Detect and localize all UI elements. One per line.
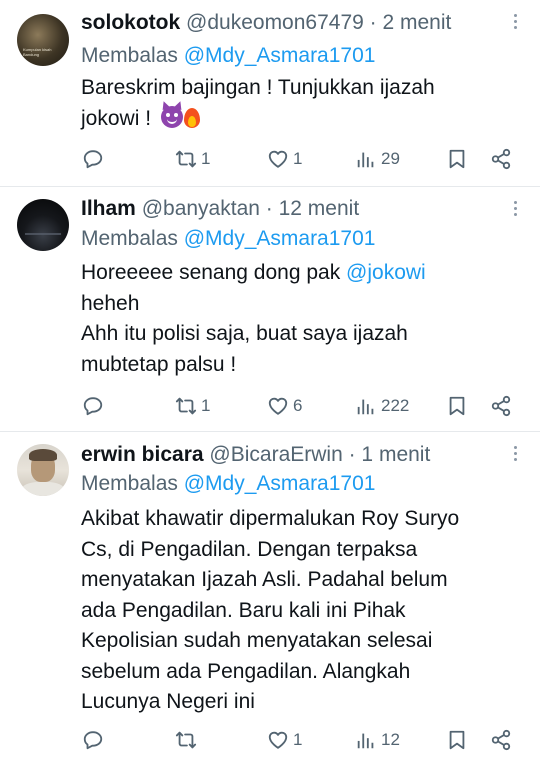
tweet-header: Ilham @banyaktan · 12 menit: [81, 196, 359, 222]
reply-icon: [82, 148, 104, 170]
share-icon: [490, 148, 512, 170]
timestamp[interactable]: · 12 menit: [266, 197, 359, 220]
user-handle[interactable]: @BicaraErwin: [209, 443, 342, 466]
tweet-text: Horeeeee senang dong pak @jokowi heheh A…: [81, 258, 426, 380]
display-name[interactable]: Ilham: [81, 197, 136, 220]
heart-icon: [267, 729, 289, 751]
tweet-header: solokotok @dukeomon67479 · 2 menit: [81, 10, 451, 36]
retweet-button[interactable]: 1: [175, 147, 210, 171]
reply-button[interactable]: [82, 394, 104, 418]
display-name[interactable]: solokotok: [81, 11, 180, 34]
tweet-line: sebelum ada Pengadilan. Alangkah: [81, 659, 411, 683]
avatar[interactable]: [17, 199, 69, 251]
reply-mention[interactable]: @Mdy_Asmara1701: [184, 472, 376, 495]
timestamp[interactable]: · 1 menit: [349, 443, 431, 466]
share-icon: [490, 729, 512, 751]
retweet-button[interactable]: 1: [175, 394, 210, 418]
tweet-line: menyatakan Ijazah Asli. Padahal belum: [81, 568, 448, 591]
like-count: 1: [293, 730, 303, 749]
action-bar: 1 12: [0, 728, 540, 752]
views-button[interactable]: 29: [355, 147, 400, 171]
views-icon: [355, 148, 377, 170]
retweet-icon: [175, 729, 197, 751]
user-handle[interactable]: @dukeomon67479: [186, 11, 364, 34]
bookmark-icon: [446, 395, 468, 417]
reply-prefix: Membalas: [81, 227, 178, 250]
like-count: 6: [293, 396, 303, 415]
like-button[interactable]: 6: [267, 394, 302, 418]
views-count: 29: [381, 149, 400, 168]
display-name[interactable]: erwin bicara: [81, 443, 204, 466]
reply-mention[interactable]: @Mdy_Asmara1701: [184, 227, 376, 250]
retweet-icon: [175, 395, 197, 417]
action-bar: 1 6 222: [0, 394, 540, 418]
views-button[interactable]: 222: [355, 394, 409, 418]
tweet-line: Ahh itu polisi saja, buat saya ijazah: [81, 322, 408, 345]
more-icon[interactable]: [514, 446, 518, 464]
tweet[interactable]: erwin bicara @BicaraErwin · 1 menit Memb…: [0, 432, 540, 760]
share-button[interactable]: [490, 147, 512, 171]
mention-link[interactable]: @jokowi: [346, 261, 426, 284]
reply-context: Membalas @Mdy_Asmara1701: [81, 471, 375, 497]
tweet-line: Cs, di Pengadilan. Dengan terpaksa: [81, 537, 418, 561]
retweet-count: 1: [201, 396, 211, 415]
tweet-text: Akibat khawatir dipermalukan Roy Suryo C…: [81, 504, 459, 718]
fire-emoji: [183, 106, 201, 128]
like-button[interactable]: 1: [267, 728, 302, 752]
reply-mention[interactable]: @Mdy_Asmara1701: [184, 44, 376, 67]
avatar-caption: Kumpulan kisah Bandung: [23, 47, 52, 57]
tweet[interactable]: Kumpulan kisah Bandung solokotok @dukeom…: [0, 0, 540, 187]
views-count: 12: [381, 730, 400, 749]
reply-button[interactable]: [82, 147, 104, 171]
views-button[interactable]: 12: [355, 728, 400, 752]
tweet-line: Akibat khawatir dipermalukan Roy Suryo: [81, 507, 460, 530]
tweet-line: Horeeeee senang dong pak @jokowi: [81, 261, 426, 284]
reply-context: Membalas @Mdy_Asmara1701: [81, 43, 375, 69]
share-button[interactable]: [490, 394, 512, 418]
avatar[interactable]: Kumpulan kisah Bandung: [17, 14, 69, 66]
views-icon: [355, 395, 377, 417]
tweet-line: heheh: [81, 291, 140, 315]
bookmark-button[interactable]: [446, 147, 468, 171]
like-button[interactable]: 1: [267, 147, 302, 171]
heart-icon: [267, 148, 289, 170]
tweet-line: Lucunya Negeri ini: [81, 690, 255, 713]
user-handle[interactable]: @banyaktan: [142, 197, 260, 220]
views-icon: [355, 729, 377, 751]
share-icon: [490, 395, 512, 417]
bookmark-button[interactable]: [446, 728, 468, 752]
action-bar: 1 1 29: [0, 147, 540, 171]
bookmark-icon: [446, 729, 468, 751]
tweet-line: mubtetap palsu !: [81, 352, 237, 376]
tweet[interactable]: Ilham @banyaktan · 12 menit Membalas @Md…: [0, 187, 540, 432]
tweet-line: ada Pengadilan. Baru kali ini Pihak: [81, 598, 406, 622]
tweet-line: Kepolisian sudah menyatakan selesai: [81, 629, 433, 652]
tweet-header: erwin bicara @BicaraErwin · 1 menit: [81, 442, 430, 468]
retweet-icon: [175, 148, 197, 170]
heart-icon: [267, 395, 289, 417]
reply-prefix: Membalas: [81, 44, 178, 67]
reply-prefix: Membalas: [81, 472, 178, 495]
reply-context: Membalas @Mdy_Asmara1701: [81, 226, 375, 252]
bookmark-icon: [446, 148, 468, 170]
tweet-line: Bareskrim bajingan ! Tunjukkan ijazah: [81, 76, 435, 99]
smiling-devil-emoji: [160, 105, 183, 128]
retweet-count: 1: [201, 149, 211, 168]
reply-icon: [82, 395, 104, 417]
reply-button[interactable]: [82, 728, 104, 752]
more-icon[interactable]: [514, 14, 518, 32]
timestamp[interactable]: · 2 menit: [370, 11, 452, 34]
more-icon[interactable]: [514, 201, 518, 219]
avatar[interactable]: [17, 444, 69, 496]
retweet-button[interactable]: [175, 728, 201, 752]
tweet-text: Bareskrim bajingan ! Tunjukkan ijazah jo…: [81, 73, 435, 134]
reply-icon: [82, 729, 104, 751]
share-button[interactable]: [490, 728, 512, 752]
bookmark-button[interactable]: [446, 394, 468, 418]
tweet-line: jokowi !: [81, 104, 435, 135]
like-count: 1: [293, 149, 303, 168]
views-count: 222: [381, 396, 410, 415]
